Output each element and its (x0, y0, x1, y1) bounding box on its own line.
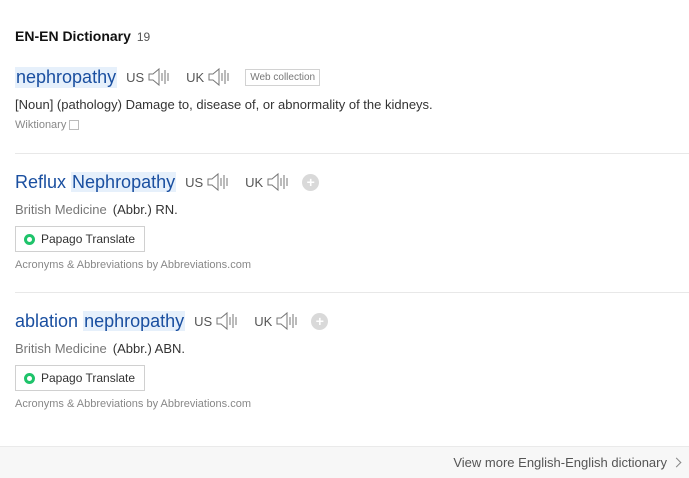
copy-icon[interactable] (69, 120, 80, 130)
papago-translate-button[interactable]: Papago Translate (15, 226, 146, 252)
source: Acronyms & Abbreviations by Abbreviation… (15, 259, 689, 271)
us-label: US (185, 174, 204, 190)
entry-3: ablation nephropathy US UK + British Med… (15, 308, 689, 410)
pronunciation-uk: UK (186, 67, 237, 87)
speaker-icon[interactable] (275, 311, 305, 331)
papago-icon (24, 372, 35, 384)
headword-link[interactable]: Reflux Nephropathy (15, 171, 177, 193)
headword-highlight: nephropathy (83, 310, 186, 331)
source-label[interactable]: Wiktionary (15, 119, 66, 131)
source: Wiktionary (15, 119, 689, 131)
us-label: US (194, 313, 213, 329)
pronunciation-uk: UK (254, 311, 305, 331)
pronunciation-us: US (194, 311, 245, 331)
papago-label: Papago Translate (41, 371, 136, 385)
abbreviation: (Abbr.) RN. (112, 202, 178, 217)
speaker-icon[interactable] (215, 311, 245, 331)
headword-highlight: Nephropathy (71, 171, 177, 192)
us-label: US (126, 69, 145, 85)
definition: [Noun] (pathology) Damage to, disease of… (15, 97, 433, 112)
speaker-icon[interactable] (207, 67, 237, 87)
entry-1: nephropathy US UK Web collection [Noun] … (15, 64, 689, 131)
pronunciation-us: US (126, 67, 177, 87)
speaker-icon[interactable] (147, 67, 177, 87)
dictionary-title: EN-EN Dictionary (15, 28, 131, 44)
dictionary-header: EN-EN Dictionary 19 (15, 28, 150, 44)
web-collection-badge[interactable]: Web collection (245, 68, 321, 86)
uk-label: UK (254, 313, 273, 329)
entry-meaning: British Medicine (Abbr.) ABN. (15, 341, 689, 356)
abbreviation: (Abbr.) ABN. (112, 341, 186, 356)
source-label[interactable]: Acronyms & Abbreviations by Abbreviation… (15, 398, 251, 410)
pronunciation-us: US (185, 172, 236, 192)
uk-label: UK (186, 69, 205, 85)
source-label[interactable]: Acronyms & Abbreviations by Abbreviation… (15, 259, 251, 271)
entry-2: Reflux Nephropathy US UK + British Medic… (15, 169, 689, 271)
papago-label: Papago Translate (41, 232, 136, 246)
pronunciation-uk: UK (245, 172, 296, 192)
headword-text: ablation (15, 310, 84, 331)
divider (15, 292, 689, 293)
view-more-label: View more English-English dictionary (453, 455, 667, 470)
headword-link[interactable]: ablation nephropathy (15, 310, 186, 332)
uk-label: UK (245, 174, 264, 190)
view-more-link[interactable]: View more English-English dictionary (453, 455, 682, 470)
source: Acronyms & Abbreviations by Abbreviation… (15, 398, 689, 410)
speaker-icon[interactable] (266, 172, 296, 192)
add-icon[interactable]: + (302, 173, 320, 191)
headword-text: Reflux (15, 171, 72, 192)
speaker-icon[interactable] (206, 172, 236, 192)
divider (15, 153, 689, 154)
chevron-right-icon (671, 457, 682, 468)
field-label: British Medicine (15, 202, 107, 217)
footer-bar: View more English-English dictionary (0, 446, 689, 478)
field-label: British Medicine (15, 341, 107, 356)
entry-meaning: British Medicine (Abbr.) RN. (15, 202, 689, 217)
papago-icon (24, 233, 35, 245)
result-count: 19 (136, 30, 151, 44)
papago-translate-button[interactable]: Papago Translate (15, 365, 146, 391)
add-icon[interactable]: + (311, 312, 329, 330)
headword-link[interactable]: nephropathy (15, 66, 118, 88)
